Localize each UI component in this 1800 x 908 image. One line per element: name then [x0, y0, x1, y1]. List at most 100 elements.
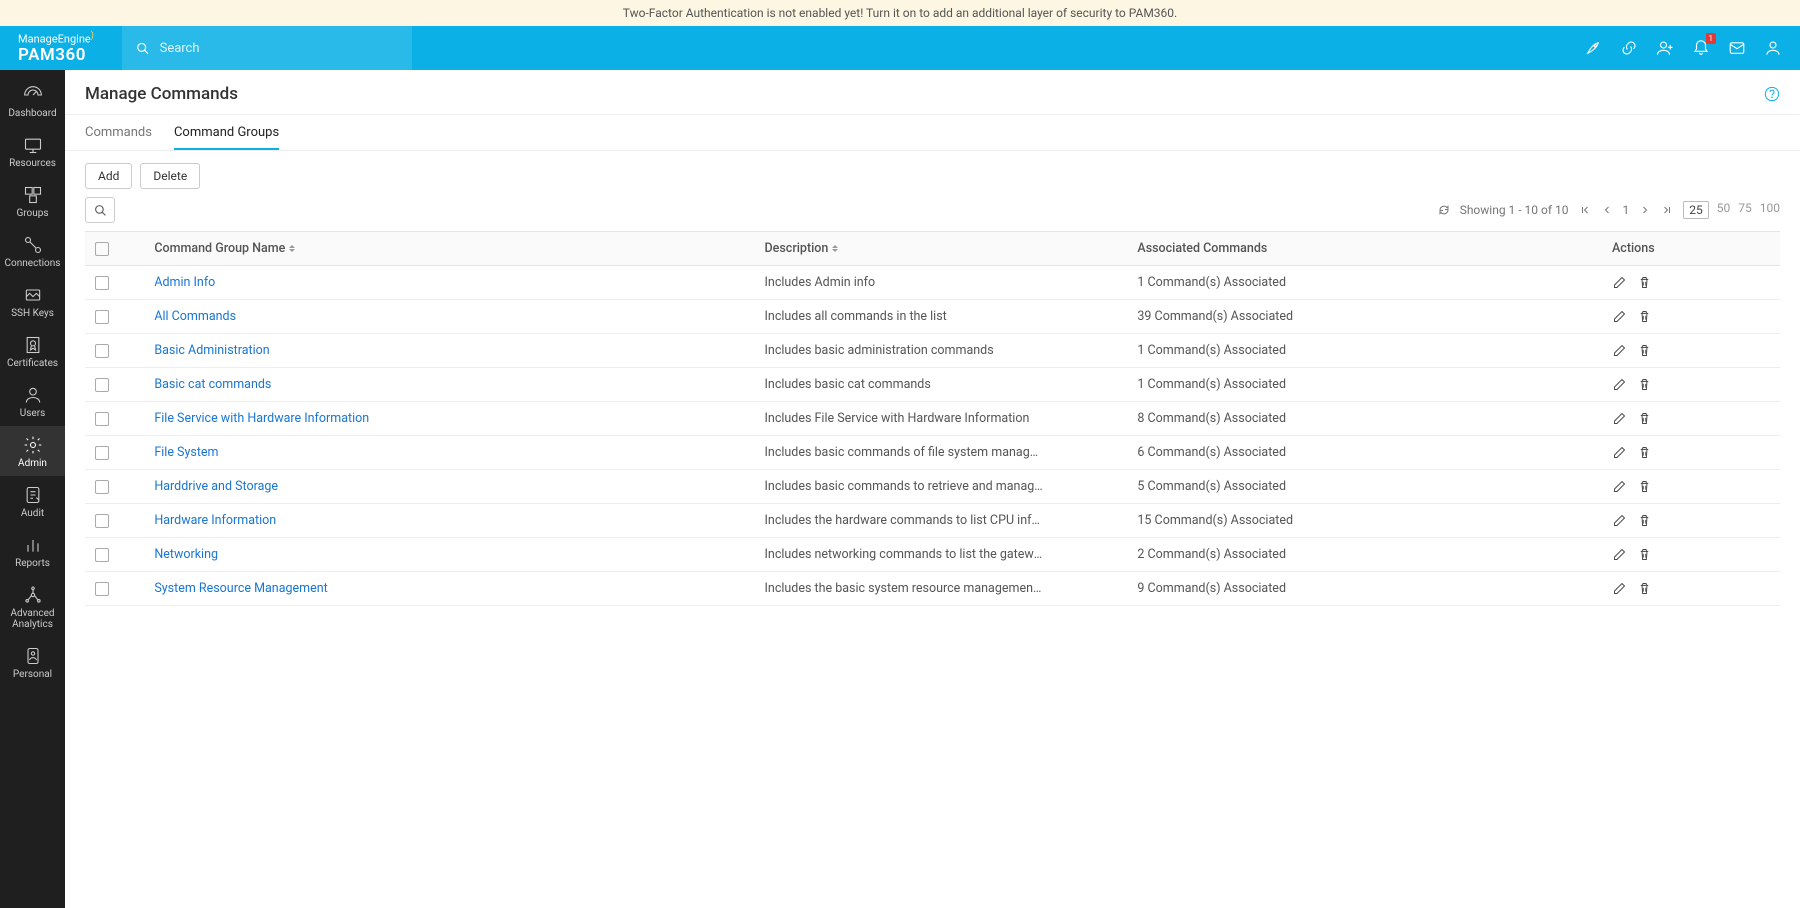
group-name-link[interactable]: Harddrive and Storage [154, 479, 278, 494]
nav-item-certificates[interactable]: Certificates [0, 326, 65, 376]
edit-icon[interactable] [1612, 309, 1627, 324]
global-search[interactable] [122, 26, 412, 70]
add-button[interactable]: Add [85, 163, 132, 189]
page-last-icon[interactable] [1661, 204, 1673, 216]
delete-icon[interactable] [1637, 479, 1652, 494]
nav-item-dashboard[interactable]: Dashboard [0, 76, 65, 126]
nav-icon [23, 646, 43, 666]
nav-icon [23, 185, 43, 205]
delete-icon[interactable] [1637, 343, 1652, 358]
row-checkbox[interactable] [95, 378, 109, 392]
nav-item-admin[interactable]: Admin [0, 426, 65, 476]
group-name-link[interactable]: Networking [154, 547, 218, 562]
group-name-link[interactable]: Hardware Information [154, 513, 276, 528]
nav-item-resources[interactable]: Resources [0, 126, 65, 176]
row-checkbox[interactable] [95, 548, 109, 562]
delete-icon[interactable] [1637, 581, 1652, 596]
nav-label: Reports [0, 558, 65, 569]
group-name-link[interactable]: Basic Administration [154, 343, 269, 358]
group-name-link[interactable]: File Service with Hardware Information [154, 411, 369, 426]
nav-label: Dashboard [0, 108, 65, 119]
nav-item-personal[interactable]: Personal [0, 637, 65, 687]
nav-label: SSH Keys [0, 308, 65, 319]
row-checkbox[interactable] [95, 310, 109, 324]
group-name-link[interactable]: System Resource Management [154, 581, 327, 596]
nav-item-ssh-keys[interactable]: SSH Keys [0, 276, 65, 326]
delete-button[interactable]: Delete [140, 163, 200, 189]
pager: Showing 1 - 10 of 10 1 255075100 [1438, 201, 1780, 219]
edit-icon[interactable] [1612, 445, 1627, 460]
nav-item-advanced-analytics[interactable]: Advanced Analytics [0, 576, 65, 637]
profile-icon[interactable] [1764, 39, 1782, 57]
edit-icon[interactable] [1612, 343, 1627, 358]
group-assoc: 39 Command(s) Associated [1127, 300, 1602, 334]
delete-icon[interactable] [1637, 275, 1652, 290]
delete-icon[interactable] [1637, 377, 1652, 392]
group-description: Includes the hardware commands to list C… [765, 513, 1045, 528]
pager-summary: Showing 1 - 10 of 10 [1460, 203, 1569, 217]
nav-item-reports[interactable]: Reports [0, 526, 65, 576]
group-name-link[interactable]: All Commands [154, 309, 236, 324]
mail-icon[interactable] [1728, 39, 1746, 57]
row-actions [1612, 377, 1770, 392]
delete-icon[interactable] [1637, 513, 1652, 528]
delete-icon[interactable] [1637, 309, 1652, 324]
page-first-icon[interactable] [1579, 204, 1591, 216]
tab-commands[interactable]: Commands [85, 125, 152, 150]
table-row: All CommandsIncludes all commands in the… [85, 300, 1780, 334]
delete-icon[interactable] [1637, 547, 1652, 562]
edit-icon[interactable] [1612, 377, 1627, 392]
table-row: Hardware Information Includes the hardwar… [85, 504, 1780, 538]
user-plus-icon[interactable] [1656, 39, 1674, 57]
page-size-75[interactable]: 75 [1738, 201, 1752, 219]
group-name-link[interactable]: Basic cat commands [154, 377, 271, 392]
row-checkbox[interactable] [95, 412, 109, 426]
select-all-checkbox[interactable] [95, 242, 109, 256]
nav-icon [23, 535, 43, 555]
notification-badge: 1 [1706, 33, 1717, 44]
nav-item-users[interactable]: Users [0, 376, 65, 426]
page-size-25[interactable]: 25 [1683, 201, 1709, 219]
notification-bell[interactable]: 1 [1692, 37, 1710, 59]
row-actions [1612, 479, 1770, 494]
row-checkbox[interactable] [95, 446, 109, 460]
table-row: Basic AdministrationIncludes basic admin… [85, 334, 1780, 368]
row-checkbox[interactable] [95, 582, 109, 596]
nav-icon [23, 135, 43, 155]
nav-item-connections[interactable]: Connections [0, 226, 65, 276]
row-checkbox[interactable] [95, 514, 109, 528]
edit-icon[interactable] [1612, 479, 1627, 494]
delete-icon[interactable] [1637, 445, 1652, 460]
edit-icon[interactable] [1612, 581, 1627, 596]
rocket-icon[interactable] [1584, 39, 1602, 57]
page-size-50[interactable]: 50 [1717, 201, 1731, 219]
nav-item-audit[interactable]: Audit [0, 476, 65, 526]
edit-icon[interactable] [1612, 275, 1627, 290]
help-icon[interactable] [1764, 86, 1780, 102]
group-assoc: 5 Command(s) Associated [1127, 470, 1602, 504]
row-checkbox[interactable] [95, 344, 109, 358]
delete-icon[interactable] [1637, 411, 1652, 426]
col-header-name[interactable]: Command Group Name [144, 232, 754, 266]
group-name-link[interactable]: File System [154, 445, 218, 460]
row-checkbox[interactable] [95, 480, 109, 494]
group-name-link[interactable]: Admin Info [154, 275, 215, 290]
table-search-toggle[interactable] [85, 197, 115, 223]
page-size-100[interactable]: 100 [1760, 201, 1780, 219]
refresh-icon[interactable] [1438, 204, 1450, 216]
edit-icon[interactable] [1612, 547, 1627, 562]
nav-item-groups[interactable]: Groups [0, 176, 65, 226]
search-icon [136, 41, 150, 56]
nav-icon [23, 435, 43, 455]
edit-icon[interactable] [1612, 513, 1627, 528]
group-assoc: 1 Command(s) Associated [1127, 266, 1602, 300]
edit-icon[interactable] [1612, 411, 1627, 426]
page-prev-icon[interactable] [1601, 204, 1613, 216]
col-header-desc[interactable]: Description [755, 232, 1128, 266]
row-checkbox[interactable] [95, 276, 109, 290]
page-next-icon[interactable] [1639, 204, 1651, 216]
tab-command-groups[interactable]: Command Groups [174, 125, 279, 150]
search-input[interactable] [160, 41, 398, 56]
link-icon[interactable] [1620, 39, 1638, 57]
table-subbar: Showing 1 - 10 of 10 1 255075100 [65, 197, 1800, 231]
